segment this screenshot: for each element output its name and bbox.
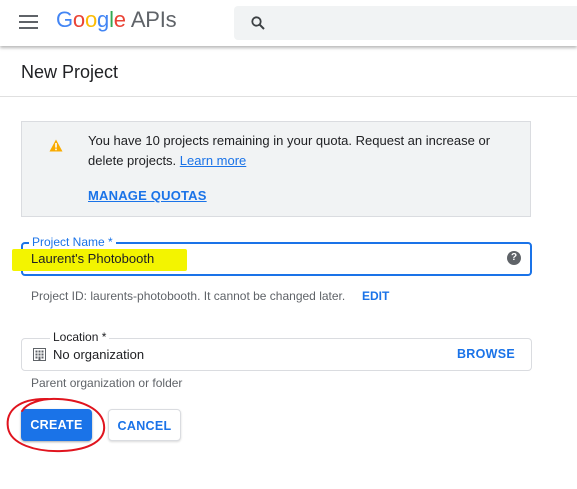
location-label: Location * [50,330,110,344]
project-name-field[interactable]: Project Name * Laurent's Photobooth ? [12,235,532,276]
logo-google-wordmark: Google [56,7,126,32]
hamburger-menu-icon[interactable] [19,15,38,30]
location-value: No organization [53,347,145,362]
cancel-button[interactable]: CANCEL [108,409,181,441]
help-icon[interactable]: ? [507,251,521,265]
location-hint: Parent organization or folder [31,376,183,390]
building-icon [33,348,46,361]
page-title: New Project [21,62,119,82]
warning-icon [49,139,63,152]
required-mark: * [108,235,113,249]
quota-message-text: You have 10 projects remaining in your q… [88,133,491,168]
quota-message: You have 10 projects remaining in your q… [88,131,508,171]
quota-notice: You have 10 projects remaining in your q… [21,121,531,217]
project-name-value-wrap[interactable]: Laurent's Photobooth [12,249,187,271]
browse-button[interactable]: BROWSE [457,347,515,361]
search-bar[interactable] [234,6,577,40]
create-button[interactable]: CREATE [21,409,92,441]
google-apis-logo[interactable]: Google APIs [56,7,177,33]
project-name-label-text: Project Name [32,235,105,249]
manage-quotas-link[interactable]: MANAGE QUOTAS [88,188,207,203]
project-id-text: Project ID: laurents-photobooth. It cann… [31,289,346,303]
location-field[interactable]: Location * No organization BROWSE [21,330,532,371]
logo-apis-text: APIs [130,7,177,32]
edit-project-id-link[interactable]: EDIT [362,289,389,303]
page-header: New Project [0,46,577,97]
search-icon[interactable] [251,16,265,30]
project-name-input[interactable]: Laurent's Photobooth [31,251,154,266]
learn-more-link[interactable]: Learn more [180,153,246,168]
top-app-bar: Google APIs [0,0,577,46]
project-name-label: Project Name * [29,235,116,249]
